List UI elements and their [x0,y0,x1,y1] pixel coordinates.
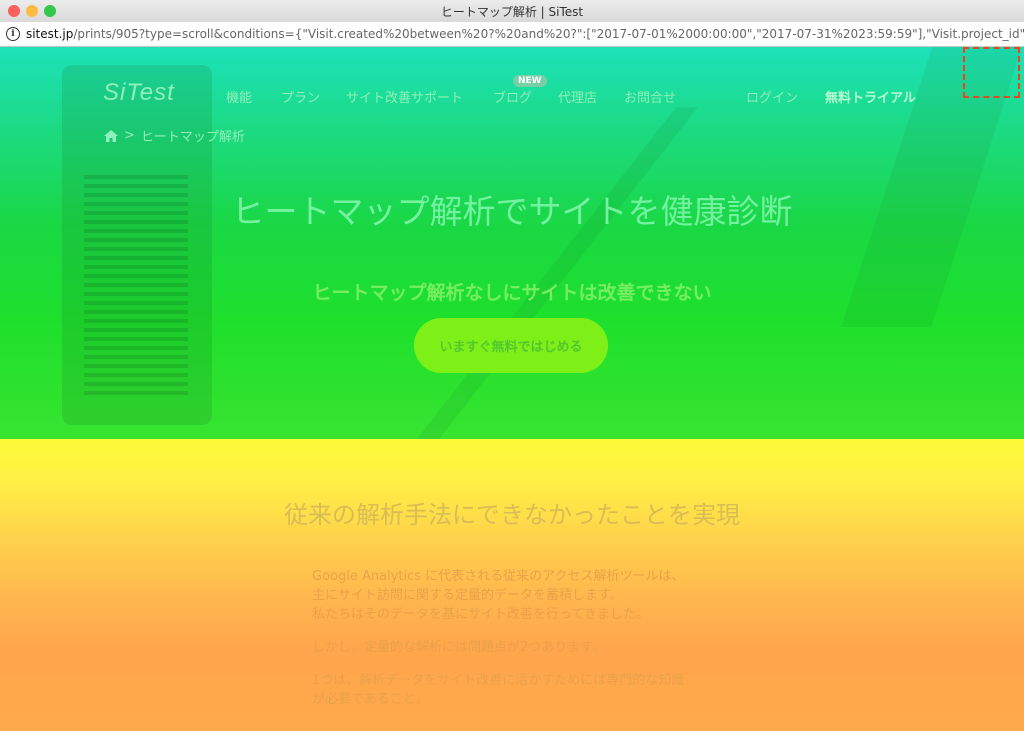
minimize-window-button[interactable] [26,5,38,17]
traffic-lights [8,5,56,17]
paragraph-1-line-1: Google Analytics に代表される従来のアクセス解析ツールは、 [312,569,685,584]
breadcrumb: > ヒートマップ解析 [104,126,245,145]
paragraph-3-line-1: 1つは、解析データをサイト改善に活かすためには専門的な知識 [312,673,685,688]
breadcrumb-separator: > [124,128,135,143]
paragraph-3: 1つは、解析データをサイト改善に活かすためには専門的な知識 が必要であること。 [312,671,684,709]
paragraph-1: Google Analytics に代表される従来のアクセス解析ツールは、 主に… [312,567,685,624]
site-nav: SiTest 機能 プラン サイト改善サポート NEW ブログ 代理店 お問合せ… [0,75,1024,109]
hero-section: SiTest 機能 プラン サイト改善サポート NEW ブログ 代理店 お問合せ… [0,47,1024,439]
free-trial-link[interactable]: 無料トライアル [825,87,916,106]
device-screen-illustration [62,65,212,425]
highlight-dashed-box [963,47,1020,98]
zoom-window-button[interactable] [44,5,56,17]
window-title: ヒートマップ解析 | SiTest [440,4,584,19]
window-titlebar: ヒートマップ解析 | SiTest [0,0,1024,23]
web-page: SiTest 機能 プラン サイト改善サポート NEW ブログ 代理店 お問合せ… [0,47,1024,731]
url-path: /prints/905?type=scroll&conditions={"Vis… [73,27,1024,41]
info-icon[interactable]: i [6,27,20,41]
nav-item-plans[interactable]: プラン [281,87,320,106]
paragraph-1-line-2: 主にサイト訪問に関する定量的データを蓄積します。 [312,588,623,603]
paragraph-3-line-2: が必要であること。 [312,692,429,707]
url-text[interactable]: sitest.jp/prints/905?type=scroll&conditi… [26,27,1024,41]
home-icon[interactable] [104,129,118,142]
new-badge: NEW [513,75,547,87]
paragraph-1-line-3: 私たちはそのデータを基にサイト改善を行ってきました。 [312,607,649,622]
url-host: sitest.jp [25,27,74,41]
section-title: 従来の解析手法にできなかったことを実現 [284,501,740,529]
nav-item-contact[interactable]: お問合せ [624,87,676,106]
nav-item-features[interactable]: 機能 [226,87,252,106]
paragraph-2: しかし、定量的な解析には問題点が2つあります。 [312,640,605,655]
nav-item-agency[interactable]: 代理店 [558,87,597,106]
hero-title: ヒートマップ解析でサイトを健康診断 [231,192,793,231]
breadcrumb-current: ヒートマップ解析 [140,130,245,145]
sitest-logo[interactable]: SiTest [103,79,175,107]
login-link[interactable]: ログイン [746,87,798,106]
close-window-button[interactable] [8,5,20,17]
start-free-button[interactable]: いますぐ無料ではじめる [414,318,608,373]
nav-item-blog[interactable]: ブログ [493,87,532,106]
hero-subtitle: ヒートマップ解析なしにサイトは改善できない [312,282,712,304]
address-bar[interactable]: i sitest.jp/prints/905?type=scroll&condi… [0,22,1024,47]
nav-item-support[interactable]: サイト改善サポート [346,87,463,106]
intro-section: 従来の解析手法にできなかったことを実現 Google Analytics に代表… [0,439,1024,731]
